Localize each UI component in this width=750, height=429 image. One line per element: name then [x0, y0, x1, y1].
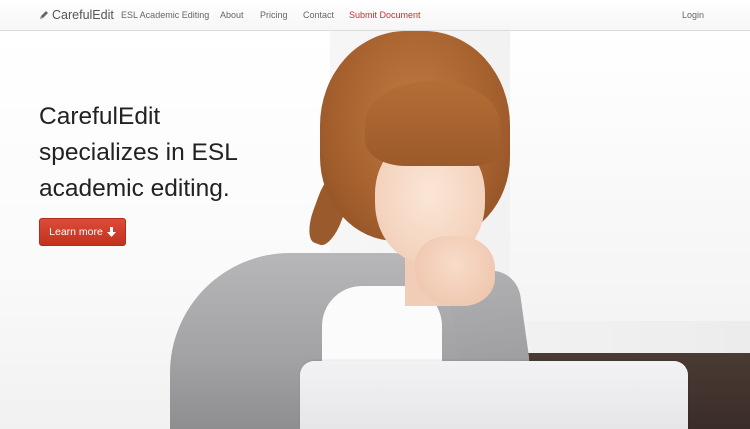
nav-login[interactable]: Login [682, 10, 704, 20]
learn-more-label: Learn more [49, 226, 103, 238]
headline-line-1: CarefulEdit [39, 103, 161, 130]
learn-more-button[interactable]: Learn more [39, 218, 126, 246]
hero-headline: CarefulEdit specializes in ESL academic … [39, 99, 299, 207]
brand-link[interactable]: CarefulEdit [39, 8, 114, 22]
headline-line-2: specializes in ESL [39, 139, 238, 166]
navbar: CarefulEdit ESL Academic Editing About P… [0, 0, 750, 31]
nav-esl-academic-editing[interactable]: ESL Academic Editing [121, 10, 209, 20]
nav-submit-document[interactable]: Submit Document [349, 10, 421, 20]
headline-line-3: academic editing. [39, 175, 230, 202]
laptop [300, 361, 688, 429]
hand [415, 236, 495, 306]
hero-section: CarefulEdit specializes in ESL academic … [0, 31, 750, 429]
brand-label: CarefulEdit [52, 8, 114, 22]
arrow-down-icon [106, 227, 116, 237]
nav-contact[interactable]: Contact [303, 10, 334, 20]
pencil-icon [40, 11, 48, 19]
window-light [510, 31, 750, 321]
nav-about[interactable]: About [220, 10, 244, 20]
nav-pricing[interactable]: Pricing [260, 10, 288, 20]
bangs [365, 81, 500, 166]
